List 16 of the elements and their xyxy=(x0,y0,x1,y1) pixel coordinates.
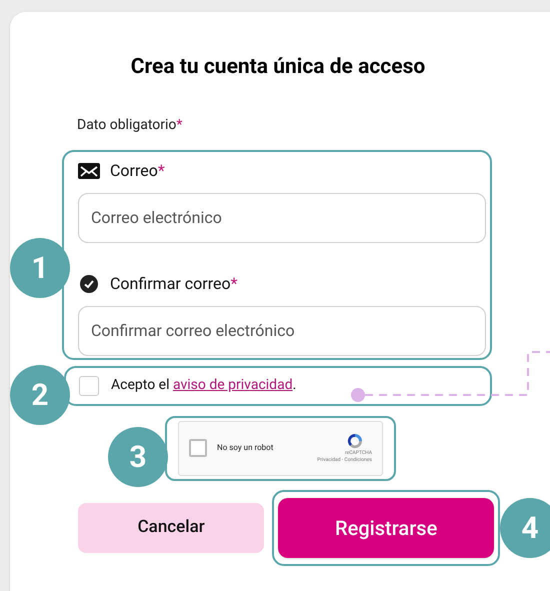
captcha-checkbox[interactable] xyxy=(189,439,207,457)
envelope-icon xyxy=(78,162,100,178)
consent-text: Acepto el aviso de privacidad. xyxy=(111,376,296,395)
check-circle-icon xyxy=(80,274,98,292)
email-input[interactable]: Confirmar correo electrónico xyxy=(78,306,486,356)
privacy-link[interactable]: aviso de privacidad xyxy=(172,377,293,393)
recaptcha-logo-icon xyxy=(346,432,364,450)
email-input[interactable]: Correo electrónico xyxy=(78,192,486,242)
field-label: Correo* xyxy=(110,160,165,182)
register-button[interactable]: Registrarse xyxy=(278,498,494,558)
form-title: Crea tu cuenta única de acceso xyxy=(130,54,426,81)
captcha-label: No soy un robot xyxy=(217,442,274,454)
consent-checkbox[interactable] xyxy=(79,376,99,396)
field-label: Confirmar correo* xyxy=(110,272,238,294)
required-note: Dato obligatorio* xyxy=(77,116,182,132)
cancel-button[interactable]: Cancelar xyxy=(78,502,264,552)
